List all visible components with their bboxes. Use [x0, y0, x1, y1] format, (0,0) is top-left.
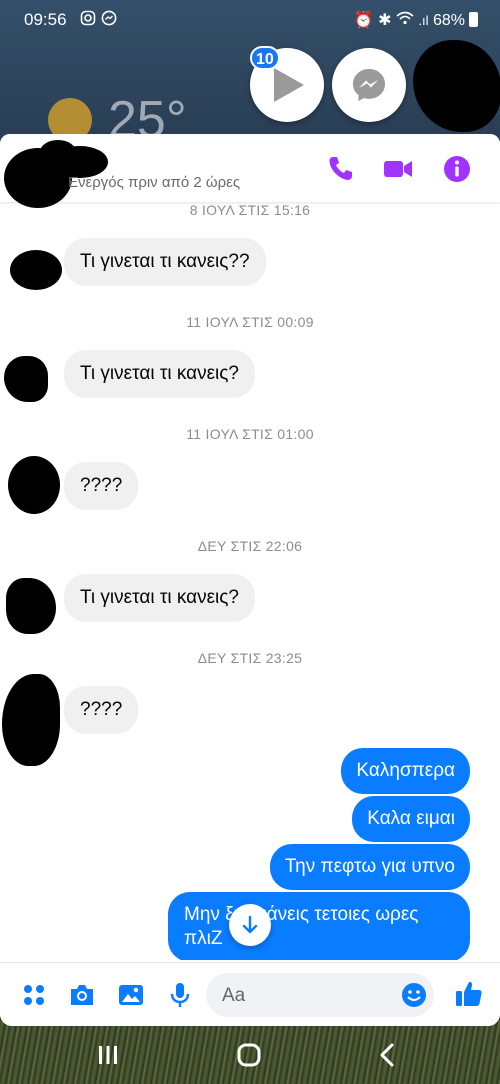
- sender-avatar[interactable]: [10, 250, 62, 290]
- apps-icon[interactable]: [20, 981, 48, 1009]
- timestamp: ΔΕΥ ΣΤΙΣ 22:06: [197, 538, 303, 554]
- bluetooth-icon: ✱: [378, 12, 392, 29]
- phone-icon[interactable]: [326, 154, 356, 184]
- timestamp: 11 ΙΟΥΛ ΣΤΙΣ 01:00: [186, 426, 314, 442]
- contact-active-status: Ενεργός πριν από 2 ώρες: [68, 174, 241, 191]
- instagram-icon: [80, 10, 96, 30]
- chat-header: Ενεργός πριν από 2 ώρες: [0, 134, 500, 208]
- sender-avatar[interactable]: [8, 456, 60, 514]
- home-button[interactable]: [233, 1040, 265, 1070]
- recents-button[interactable]: [92, 1040, 124, 1070]
- chat-head-messenger[interactable]: [332, 48, 406, 122]
- timestamp: ΔΕΥ ΣΤΙΣ 23:25: [197, 650, 303, 666]
- emoji-icon[interactable]: [400, 981, 428, 1009]
- info-icon[interactable]: [442, 154, 472, 184]
- camera-icon[interactable]: [68, 981, 96, 1009]
- thumbs-up-icon[interactable]: [454, 979, 484, 1009]
- timestamp: 11 ΙΟΥΛ ΣΤΙΣ 00:09: [186, 314, 314, 330]
- incoming-message[interactable]: Τι γινεται τι κανεις?: [64, 574, 255, 622]
- incoming-message[interactable]: Τι γινεται τι κανεις??: [64, 238, 266, 286]
- message-input-placeholder: Aa: [222, 985, 246, 1006]
- incoming-message[interactable]: ????: [64, 686, 139, 734]
- message-list[interactable]: 8 ΙΟΥΛ ΣΤΙΣ 15:16 Τι γινεται τι κανεις??…: [0, 202, 500, 960]
- status-bar: 09:56 ⏰ ✱ .ıl 68%: [0, 0, 500, 40]
- incoming-message[interactable]: Τι γινεται τι κανεις?: [64, 350, 255, 398]
- message-input[interactable]: Aa: [206, 973, 434, 1017]
- scroll-to-latest-button[interactable]: [229, 904, 271, 946]
- battery-icon: [469, 12, 478, 27]
- back-button[interactable]: [372, 1040, 404, 1070]
- system-nav-bar: [0, 1026, 500, 1084]
- messenger-chat-panel: Ενεργός πριν από 2 ώρες 8 ΙΟΥΛ ΣΤΙΣ 15:1…: [0, 134, 500, 1026]
- status-time: 09:56: [24, 10, 67, 29]
- arrow-down-icon: [242, 915, 258, 934]
- video-icon[interactable]: [383, 154, 413, 184]
- chat-head-badge: 10: [250, 46, 280, 70]
- outgoing-message[interactable]: Καλησπερα: [341, 748, 470, 794]
- sender-avatar[interactable]: [2, 674, 60, 766]
- outgoing-message[interactable]: Καλα ειμαι: [352, 796, 470, 842]
- outgoing-message[interactable]: Μην ξυπνάνεις τετοιες ωρες πλιΖ: [168, 892, 470, 960]
- sender-avatar[interactable]: [6, 578, 56, 634]
- message-composer: Aa: [0, 962, 500, 1026]
- messenger-bubble-icon: [353, 69, 385, 101]
- alarm-icon: ⏰: [353, 12, 374, 29]
- wifi-icon: [396, 11, 418, 29]
- play-icon: [274, 68, 304, 102]
- gallery-icon[interactable]: [117, 981, 145, 1009]
- battery-percent: 68%: [432, 12, 465, 29]
- messenger-icon: [101, 10, 117, 30]
- sender-avatar[interactable]: [4, 356, 48, 402]
- incoming-message[interactable]: ????: [64, 462, 139, 510]
- status-right: ⏰ ✱ .ıl 68%: [354, 10, 478, 30]
- outgoing-message[interactable]: Την πεφτω για υπνο: [269, 844, 470, 890]
- microphone-icon[interactable]: [166, 981, 194, 1009]
- signal-icon: .ıl: [418, 13, 429, 28]
